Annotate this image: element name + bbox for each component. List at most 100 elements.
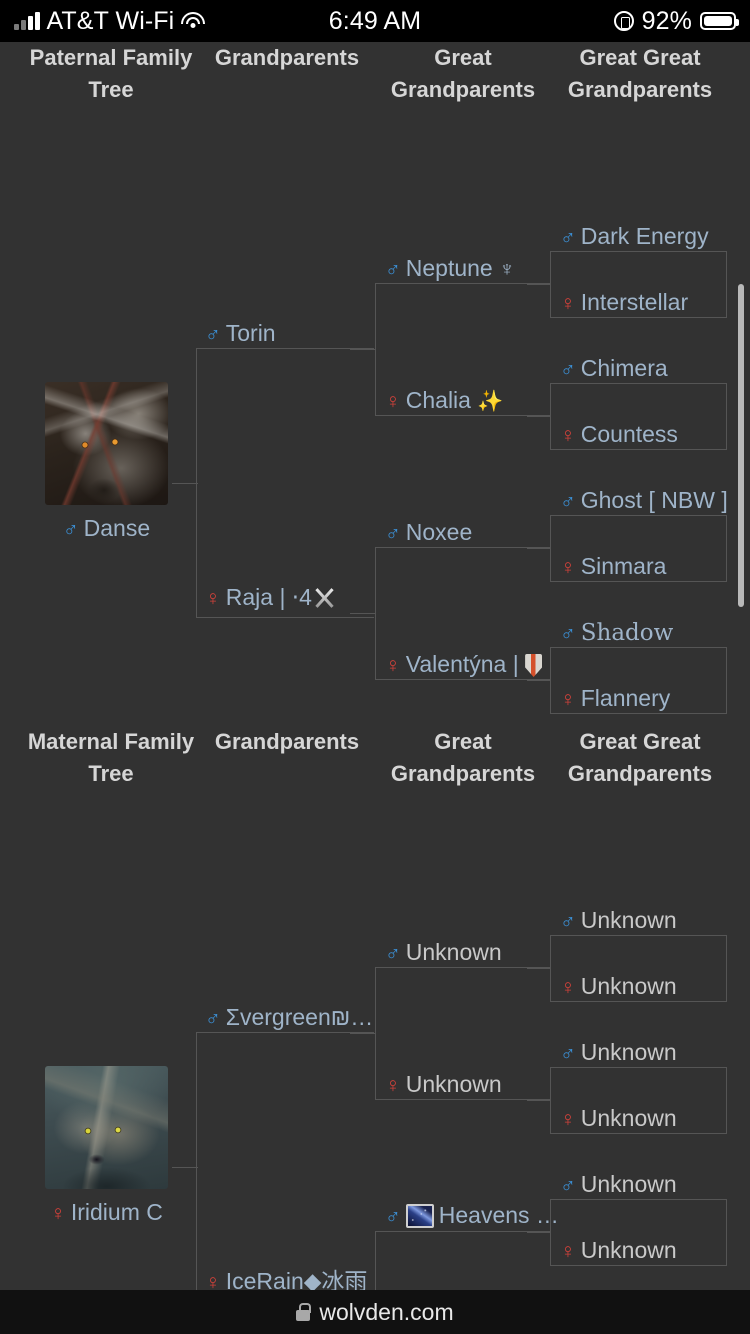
gggp-name-shadow[interactable]: ♂ Shadow <box>560 619 673 647</box>
sex-symbol-male: ♂ <box>560 226 576 249</box>
paternal-tree-grid: ♂ Danse ♂ Torin ♀ Raja | ⋅4 ♂ Neptune ♆ ♀ Cha… <box>0 120 750 714</box>
sex-symbol-male: ♂ <box>560 622 576 645</box>
ggp-name-noxee[interactable]: ♂ Noxee <box>385 519 472 547</box>
gggp-name-countess[interactable]: ♀ Countess <box>560 421 678 449</box>
padlock-icon <box>296 1303 312 1321</box>
sex-symbol-female: ♀ <box>50 1202 66 1225</box>
connector-gp-ggp-2 <box>350 613 376 614</box>
connector-m-ggp-gggp-2 <box>527 1100 551 1101</box>
m-ggp-name-unknown-1[interactable]: ♂ Unknown <box>385 939 502 967</box>
header-paternal-family-tree: Paternal Family Tree <box>29 45 193 102</box>
paternal-subject[interactable]: ♂ Danse <box>45 382 168 543</box>
gggp-name-sinmara[interactable]: ♀ Sinmara <box>560 553 666 581</box>
sex-symbol-male: ♂ <box>385 942 401 965</box>
family-tree-page[interactable]: Paternal Family Tree Grandparents Great … <box>0 42 750 1290</box>
m-gggp-name-6[interactable]: ♀ Unknown <box>560 1237 677 1265</box>
connector-ggp-gggp-3 <box>527 548 551 549</box>
sex-symbol-female: ♀ <box>560 556 576 579</box>
bracket-m-gp <box>196 1032 374 1290</box>
battery-percent-label: 92% <box>641 6 692 35</box>
shield-icon <box>525 654 543 677</box>
vertical-scrollbar[interactable] <box>738 284 744 607</box>
header-paternal-great-grandparents: Great Grandparents <box>390 45 536 102</box>
grey-wolf-portrait[interactable] <box>45 1066 168 1189</box>
gggp-name-dark-energy[interactable]: ♂ Dark Energy <box>560 223 709 251</box>
gp-name-raja[interactable]: ♀ Raja | ⋅4 <box>205 584 338 612</box>
sex-symbol-female: ♀ <box>560 1108 576 1131</box>
connector-subject-gp <box>172 483 198 484</box>
maternal-subject-name[interactable]: ♀ Iridium C <box>45 1199 168 1227</box>
crossed-swords-icon <box>312 586 338 610</box>
sex-symbol-female: ♀ <box>385 390 401 413</box>
sex-symbol-male: ♂ <box>560 358 576 381</box>
sex-symbol-female: ♀ <box>385 654 401 677</box>
sex-symbol-female: ♀ <box>560 976 576 999</box>
sex-symbol-male: ♂ <box>385 522 401 545</box>
gggp-name-chimera[interactable]: ♂ Chimera <box>560 355 668 383</box>
gggp-name-interstellar[interactable]: ♀ Interstellar <box>560 289 688 317</box>
sex-symbol-female: ♀ <box>560 424 576 447</box>
header-maternal-great-grandparents: Great Grandparents <box>390 729 536 786</box>
maternal-subject[interactable]: ♀ Iridium C <box>45 1066 168 1227</box>
m-gp-name-icerain[interactable]: ♀ IceRain◆冰雨 <box>205 1268 367 1290</box>
sex-symbol-male: ♂ <box>560 1042 576 1065</box>
sex-symbol-male: ♂ <box>205 1007 221 1030</box>
connector-m-ggp-gggp-1 <box>527 968 551 969</box>
sex-symbol-male: ♂ <box>560 910 576 933</box>
milky-way-icon <box>405 1204 434 1228</box>
m-ggp-name-heavens[interactable]: ♂ Heavens … <box>385 1202 559 1230</box>
sex-symbol-female: ♀ <box>560 292 576 315</box>
connector-ggp-gggp-4 <box>527 680 551 681</box>
bracket-gp-torin <box>196 348 374 618</box>
paternal-subject-name[interactable]: ♂ Danse <box>45 515 168 543</box>
gggp-name-flannery[interactable]: ♀ Flannery <box>560 685 670 713</box>
gggp-name-ghost[interactable]: ♂ Ghost [ NBW ] <box>560 487 728 515</box>
connector-m-ggp-gggp-3 <box>527 1232 551 1233</box>
sparkles-icon: ✨ <box>477 390 504 413</box>
url-label: wolvden.com <box>319 1298 454 1325</box>
maternal-column-headers: Maternal Family Tree Grandparents Great … <box>0 726 750 804</box>
paternal-column-headers: Paternal Family Tree Grandparents Great … <box>0 42 750 120</box>
ggp-name-valentyna[interactable]: ♀ Valentýna | <box>385 651 543 679</box>
sex-symbol-female: ♀ <box>560 688 576 711</box>
header-maternal-great-great-grandparents: Great Great Grandparents <box>567 729 713 786</box>
sex-symbol-male: ♂ <box>385 258 401 281</box>
sex-symbol-male: ♂ <box>560 1174 576 1197</box>
sex-symbol-male: ♂ <box>205 323 221 346</box>
header-paternal-grandparents: Grandparents <box>214 45 360 70</box>
dark-wolf-portrait[interactable] <box>45 382 168 505</box>
status-right-group: 92% <box>613 6 739 36</box>
maternal-tree-grid: ♀ Iridium C ♂ Σvergreen₪… ♀ IceRain◆冰雨 ♂ Unk… <box>0 804 750 1290</box>
m-gggp-name-2[interactable]: ♀ Unknown <box>560 973 677 1001</box>
browser-url-bar[interactable]: wolvden.com <box>0 1290 750 1334</box>
m-gggp-name-1[interactable]: ♂ Unknown <box>560 907 677 935</box>
header-paternal-great-great-grandparents: Great Great Grandparents <box>567 45 713 102</box>
header-maternal-family-tree: Maternal Family Tree <box>27 729 195 786</box>
header-maternal-grandparents: Grandparents <box>214 729 360 754</box>
sex-symbol-female: ♀ <box>385 1074 401 1097</box>
connector-m-gp-ggp-1 <box>350 1033 376 1034</box>
sex-symbol-male: ♂ <box>560 490 576 513</box>
m-gggp-name-3[interactable]: ♂ Unknown <box>560 1039 677 1067</box>
connector-gp-ggp-1 <box>350 349 376 350</box>
trident-icon: ♆ <box>499 258 515 281</box>
m-gggp-name-4[interactable]: ♀ Unknown <box>560 1105 677 1133</box>
sex-symbol-female: ♀ <box>205 587 221 610</box>
connector-m-subject-gp <box>172 1167 198 1168</box>
sex-symbol-male: ♂ <box>385 1205 401 1228</box>
ggp-name-neptune[interactable]: ♂ Neptune ♆ <box>385 255 515 283</box>
bracket-m-ggp-2 <box>375 1231 551 1290</box>
connector-ggp-gggp-1 <box>527 284 551 285</box>
m-ggp-name-unknown-2[interactable]: ♀ Unknown <box>385 1071 502 1099</box>
sex-symbol-female: ♀ <box>560 1240 576 1263</box>
sex-symbol-male: ♂ <box>62 518 79 541</box>
connector-ggp-gggp-2 <box>527 416 551 417</box>
m-gggp-name-5[interactable]: ♂ Unknown <box>560 1171 677 1199</box>
m-gp-name-evergreen[interactable]: ♂ Σvergreen₪… <box>205 1004 373 1032</box>
battery-icon <box>700 12 739 30</box>
ios-status-bar: AT&T Wi-Fi 6:49 AM 92% <box>0 0 750 42</box>
ggp-name-chalia[interactable]: ♀ Chalia ✨ <box>385 387 504 415</box>
gp-name-torin[interactable]: ♂ Torin <box>205 320 276 348</box>
sex-symbol-female: ♀ <box>205 1271 221 1290</box>
rotation-lock-icon <box>613 11 634 31</box>
